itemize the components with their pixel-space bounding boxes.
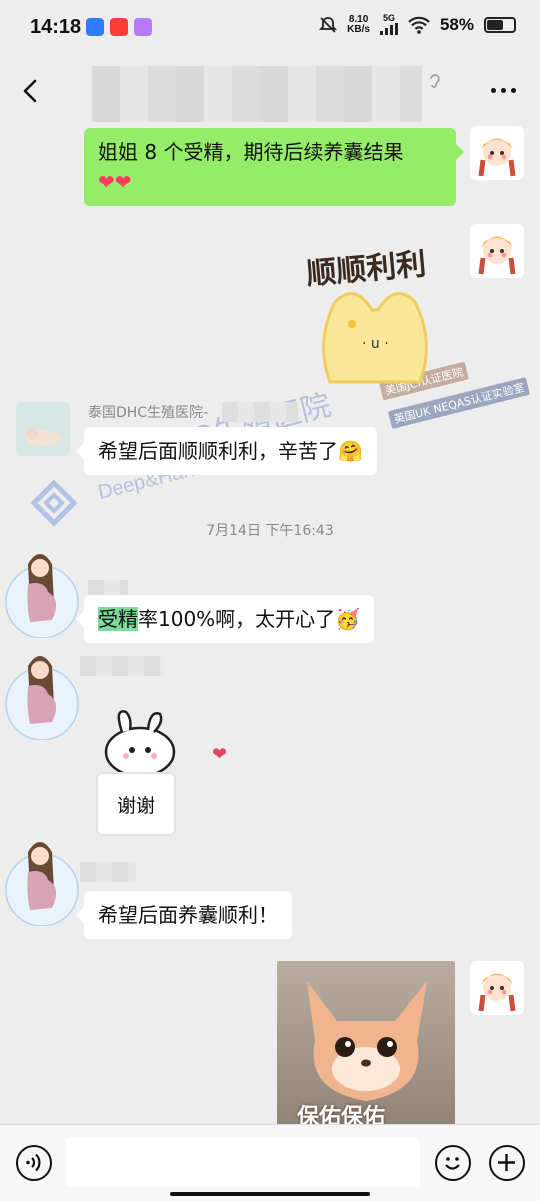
sender-name-blurred xyxy=(80,862,136,882)
home-indicator[interactable] xyxy=(170,1192,370,1196)
party-emoji: 🥳 xyxy=(335,607,361,631)
cell-signal: 5G xyxy=(379,13,398,35)
chat-header xyxy=(0,58,540,126)
timestamp: 7月14日 下午16:43 xyxy=(206,523,334,539)
heart-emoji: ❤❤ xyxy=(98,170,132,194)
net-speed-unit: KB/s xyxy=(347,23,370,35)
battery-icon xyxy=(484,16,516,33)
app-notification-icon xyxy=(86,18,104,36)
hospital-avatar[interactable] xyxy=(16,402,70,456)
notification-icons xyxy=(86,18,152,36)
my-avatar[interactable] xyxy=(470,224,524,278)
message-text: 率100%啊，太开心了 xyxy=(138,607,336,631)
mute-icon xyxy=(319,16,338,33)
message-text: 姐姐 8 个受精，期待后续养囊结果 xyxy=(98,140,404,164)
network-type: 5G xyxy=(382,13,395,23)
patient-avatar[interactable] xyxy=(0,544,84,638)
highlighted-text: 受精 xyxy=(98,607,138,631)
message-text: 希望后面顺顺利利，辛苦了 xyxy=(98,439,338,463)
sticker-caption: 保佑保佑 xyxy=(297,1105,386,1124)
sticker-fox[interactable]: 保佑保佑 xyxy=(277,961,455,1124)
wifi-icon xyxy=(408,16,430,34)
message-input[interactable] xyxy=(66,1137,420,1187)
ear-icon xyxy=(430,74,440,88)
sender-name: 泰国DHC生殖医院- xyxy=(88,405,209,421)
message-bubble[interactable]: 希望后面养囊顺利！ xyxy=(76,891,292,939)
heart-icon: ❤ xyxy=(212,744,228,765)
chat-title xyxy=(92,66,422,122)
net-speed-value: 8.10 xyxy=(348,13,369,25)
patient-avatar[interactable] xyxy=(0,832,84,926)
svg-text:· u ·: · u · xyxy=(362,336,389,352)
app-notification-icon xyxy=(110,18,128,36)
hug-emoji: 🤗 xyxy=(338,439,363,463)
app-notification-icon xyxy=(134,18,152,36)
message-bubble[interactable]: 希望后面顺顺利利，辛苦了🤗 xyxy=(76,427,377,475)
status-bar: 14:18 8.10 KB/s 5G 58% xyxy=(0,0,540,58)
chevron-left-icon[interactable] xyxy=(18,78,44,104)
message-bubble[interactable]: 受精率100%啊，太开心了🥳 xyxy=(75,595,375,643)
sticker-thanks[interactable]: ❤ 谢谢 xyxy=(96,708,230,836)
my-avatar[interactable] xyxy=(470,126,524,180)
sender-name-blurred xyxy=(222,402,298,422)
net-speed: 8.10 KB/s xyxy=(347,13,370,35)
sticker-praying[interactable]: 顺顺利利 · u · xyxy=(300,222,460,392)
voice-icon[interactable] xyxy=(16,1145,52,1181)
sender-name-blurred xyxy=(80,656,164,676)
emoji-icon[interactable] xyxy=(435,1145,471,1181)
chat-messages[interactable]: 泰国DHC生殖医院 Deep&Harmonicare 美国JCI认证医院 英国U… xyxy=(0,126,540,1124)
battery-percent: 58% xyxy=(439,14,474,34)
sticker-card: 谢谢 xyxy=(96,772,176,836)
more-dots-icon[interactable] xyxy=(491,88,516,93)
input-bar xyxy=(0,1124,540,1201)
status-time: 14:18 xyxy=(30,16,82,38)
signal-icon xyxy=(379,23,398,35)
sticker-caption: 谢谢 xyxy=(116,794,155,817)
message-bubble[interactable]: 姐姐 8 个受精，期待后续养囊结果 ❤❤ xyxy=(84,128,464,206)
my-avatar[interactable] xyxy=(470,961,524,1015)
plus-icon[interactable] xyxy=(489,1145,525,1181)
message-text: 希望后面养囊顺利！ xyxy=(98,903,278,927)
patient-avatar[interactable] xyxy=(0,646,84,740)
